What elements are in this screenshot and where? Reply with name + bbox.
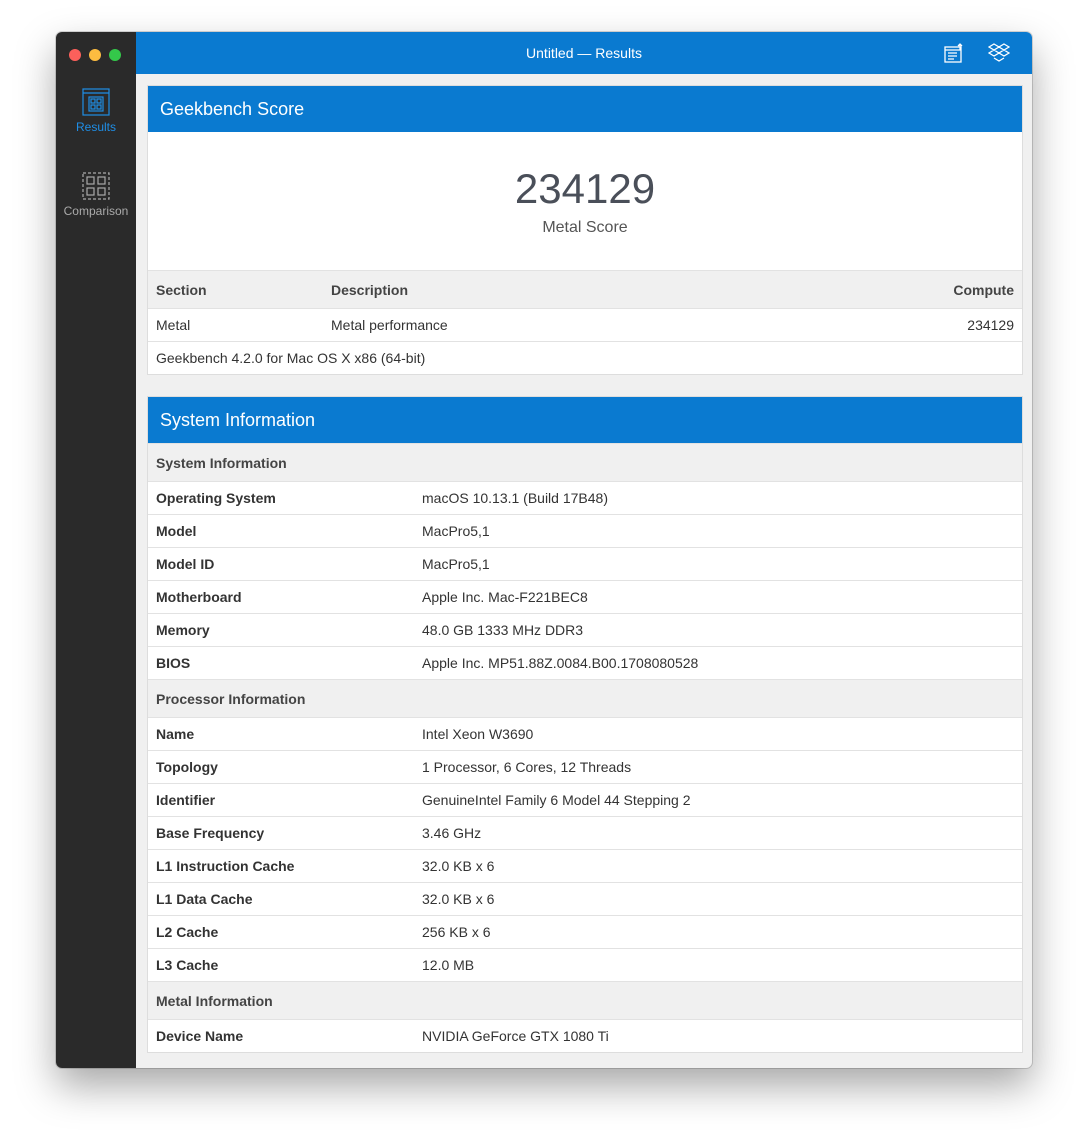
group-header: Metal Information (148, 981, 1022, 1019)
property-name: Operating System (156, 490, 276, 506)
group-header: System Information (148, 443, 1022, 481)
property-value: macOS 10.13.1 (Build 17B48) (422, 490, 608, 506)
property-name: Identifier (156, 792, 216, 808)
version-footer: Geekbench 4.2.0 for Mac OS X x86 (64-bit… (148, 341, 1022, 374)
table-row: Motherboard Apple Inc. Mac-F221BEC8 (148, 580, 1022, 613)
column-header: Section (156, 281, 207, 298)
table-header: Section Description Compute (148, 270, 1022, 308)
results-icon (82, 88, 110, 116)
table-row: Operating System macOS 10.13.1 (Build 17B… (148, 481, 1022, 514)
description-cell: Metal performance (331, 317, 448, 333)
table-row: L2 Cache 256 KB x 6 (148, 915, 1022, 948)
compute-cell: 234129 (967, 317, 1014, 333)
property-value: 256 KB x 6 (422, 924, 491, 940)
property-value: 32.0 KB x 6 (422, 858, 495, 874)
table-row: L1 Instruction Cache 32.0 KB x 6 (148, 849, 1022, 882)
table-row: Model ID MacPro5,1 (148, 547, 1022, 580)
property-value: MacPro5,1 (422, 523, 490, 539)
app-window: Results Comparison Untitled — Results Ge… (56, 32, 1032, 1068)
property-value: MacPro5,1 (422, 556, 490, 572)
zoom-button[interactable] (109, 49, 121, 61)
property-value: 32.0 KB x 6 (422, 891, 495, 907)
table-row: BIOS Apple Inc. MP51.88Z.0084.B00.1708080… (148, 646, 1022, 679)
table-row: Metal Metal performance 234129 (148, 308, 1022, 341)
score-label: Metal Score (542, 219, 628, 236)
property-name: L3 Cache (156, 957, 219, 973)
table-row: L3 Cache 12.0 MB (148, 948, 1022, 981)
system-information-panel: System Information System Information Ope… (147, 396, 1023, 1053)
window-controls (69, 49, 121, 61)
table-row: Device Name NVIDIA GeForce GTX 1080 Ti (148, 1019, 1022, 1052)
titlebar: Untitled — Results (136, 32, 1032, 74)
property-name: L1 Data Cache (156, 891, 253, 907)
group-title: Processor Information (156, 690, 306, 707)
property-value: Apple Inc. Mac-F221BEC8 (422, 589, 588, 605)
property-name: Memory (156, 622, 210, 638)
geekbench-score-panel: Geekbench Score 234129 Metal Score Secti… (147, 85, 1023, 375)
close-button[interactable] (69, 49, 81, 61)
property-value: Apple Inc. MP51.88Z.0084.B00.1708080528 (422, 655, 699, 671)
comparison-icon (82, 172, 110, 200)
property-value: 3.46 GHz (422, 825, 482, 841)
table-row: Identifier GenuineIntel Family 6 Model 44… (148, 783, 1022, 816)
property-value: 1 Processor, 6 Cores, 12 Threads (422, 759, 632, 775)
property-name: Device Name (156, 1028, 244, 1044)
score-display: 234129 Metal Score (148, 132, 1022, 270)
sidebar-item-results[interactable]: Results (56, 88, 136, 134)
property-name: BIOS (156, 655, 191, 671)
group-header: Processor Information (148, 679, 1022, 717)
property-value: Intel Xeon W3690 (422, 726, 534, 742)
property-name: Model (156, 523, 197, 539)
property-name: Topology (156, 759, 218, 775)
property-name: Name (156, 726, 195, 742)
section-cell: Metal (156, 317, 191, 333)
property-name: Base Frequency (156, 825, 265, 841)
main-content: Geekbench Score 234129 Metal Score Secti… (136, 74, 1032, 1068)
property-value: NVIDIA GeForce GTX 1080 Ti (422, 1028, 609, 1044)
property-name: Model ID (156, 556, 215, 572)
table-row: Model MacPro5,1 (148, 514, 1022, 547)
panel-title: System Information (148, 397, 1022, 443)
share-icon[interactable] (944, 43, 964, 63)
table-row: Topology 1 Processor, 6 Cores, 12 Threads (148, 750, 1022, 783)
property-name: Motherboard (156, 589, 242, 605)
property-name: L2 Cache (156, 924, 219, 940)
table-row: Base Frequency 3.46 GHz (148, 816, 1022, 849)
column-header: Compute (953, 281, 1014, 298)
minimize-button[interactable] (89, 49, 101, 61)
group-title: Metal Information (156, 992, 273, 1009)
property-value: 12.0 MB (422, 957, 475, 973)
column-header: Description (331, 281, 409, 298)
sidebar-item-comparison[interactable]: Comparison (56, 172, 136, 218)
sidebar-item-label: Results (75, 120, 116, 134)
table-row: L1 Data Cache 32.0 KB x 6 (148, 882, 1022, 915)
version-text: Geekbench 4.2.0 for Mac OS X x86 (64-bit… (156, 350, 426, 366)
table-row: Name Intel Xeon W3690 (148, 717, 1022, 750)
panel-title: Geekbench Score (148, 86, 1022, 132)
score-value: 234129 (514, 165, 656, 212)
property-value: GenuineIntel Family 6 Model 44 Stepping … (422, 792, 691, 808)
table-row: Memory 48.0 GB 1333 MHz DDR3 (148, 613, 1022, 646)
property-value: 48.0 GB 1333 MHz DDR3 (422, 622, 584, 638)
sidebar: Results Comparison (56, 32, 136, 1068)
group-title: System Information (156, 454, 287, 471)
sidebar-item-label: Comparison (63, 204, 129, 218)
property-name: L1 Instruction Cache (156, 858, 295, 874)
window-title: Untitled — Results (526, 45, 642, 61)
dropbox-icon[interactable] (988, 43, 1010, 63)
